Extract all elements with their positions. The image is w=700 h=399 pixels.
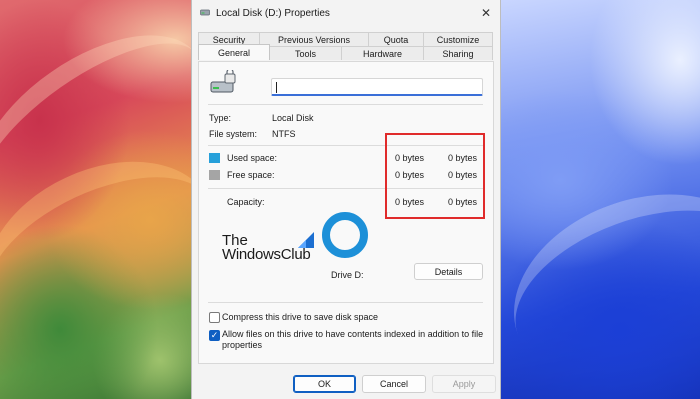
wallpaper-left [0, 0, 205, 399]
index-label-line1: Allow files on this drive to have conten… [222, 329, 484, 339]
disk-usage-pie [322, 212, 368, 258]
divider-bottom [208, 302, 483, 303]
index-checkbox[interactable]: ✓ [209, 330, 220, 341]
text-caret [276, 82, 277, 93]
checkmark-icon: ✓ [210, 330, 219, 340]
tab-general[interactable]: General [198, 44, 270, 60]
window-title: Local Disk (D:) Properties [216, 8, 330, 19]
tab-previous-versions[interactable]: Previous Versions [259, 32, 369, 46]
drive-name-input[interactable] [271, 78, 483, 96]
close-button[interactable]: ✕ [476, 4, 496, 22]
tab-tools[interactable]: Tools [269, 46, 342, 60]
drive-large-icon [210, 70, 236, 93]
details-button[interactable]: Details [414, 263, 483, 280]
wallpaper-right [500, 0, 700, 399]
highlight-annotation [385, 133, 485, 219]
type-value: Local Disk [272, 113, 314, 123]
capacity-label: Capacity: [227, 197, 265, 207]
divider-top [208, 104, 483, 105]
tab-customize[interactable]: Customize [423, 32, 493, 46]
windowsclub-logo-icon [298, 232, 314, 248]
free-space-swatch [209, 170, 220, 180]
apply-button[interactable]: Apply [432, 375, 496, 393]
cancel-button[interactable]: Cancel [362, 375, 426, 393]
used-space-label: Used space: [227, 153, 278, 163]
used-space-swatch [209, 153, 220, 163]
tab-hardware[interactable]: Hardware [341, 46, 424, 60]
compress-label: Compress this drive to save disk space [222, 312, 379, 322]
file-system-value: NTFS [272, 129, 296, 139]
free-space-label: Free space: [227, 170, 275, 180]
index-label-line2: properties [222, 340, 263, 350]
drive-icon [200, 9, 210, 16]
close-icon: ✕ [480, 6, 492, 20]
ok-button[interactable]: OK [293, 375, 356, 393]
title-bar[interactable]: Local Disk (D:) Properties ✕ [192, 0, 502, 26]
drive-letter-label: Drive D: [331, 270, 364, 280]
type-label: Type: [209, 113, 232, 123]
file-system-label: File system: [209, 129, 258, 139]
tab-quota[interactable]: Quota [368, 32, 424, 46]
tab-row-front: General Tools Hardware Sharing [198, 44, 494, 60]
compress-checkbox[interactable] [209, 312, 220, 323]
tab-sharing[interactable]: Sharing [423, 46, 493, 60]
